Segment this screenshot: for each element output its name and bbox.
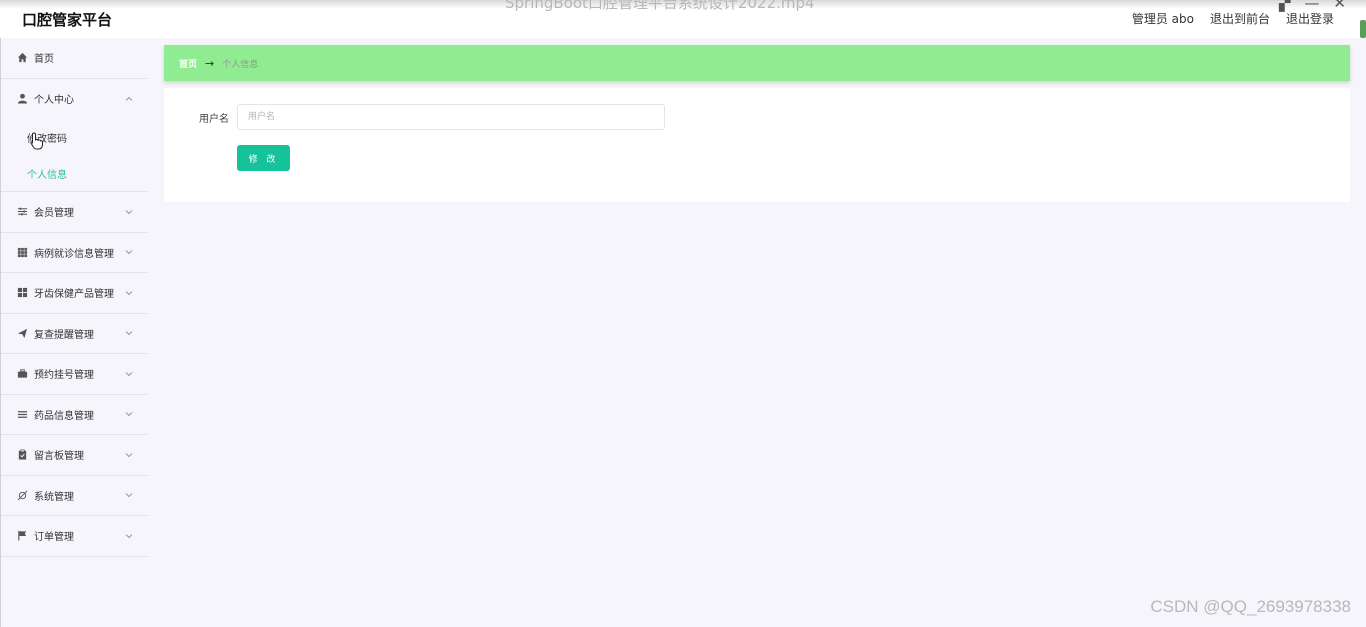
- chevron-down-icon: [125, 412, 133, 417]
- clipboard-icon: [16, 449, 28, 461]
- sidebar-item-system-management[interactable]: 系统管理: [1, 476, 148, 516]
- apps-icon: [16, 287, 28, 299]
- sidebar-subitem-change-password[interactable]: 修改密码: [1, 119, 148, 155]
- breadcrumb: 首页 → 个人信息: [164, 45, 1350, 81]
- sidebar-item-label: 留言板管理: [34, 451, 84, 463]
- sidebar-item-label: 首页: [34, 54, 54, 66]
- sidebar-item-label: 病例就诊信息管理: [34, 248, 114, 260]
- sidebar-item-dental-products-management[interactable]: 牙齿保健产品管理: [1, 273, 148, 314]
- user-icon: [16, 93, 28, 105]
- sidebar-item-recheck-reminder-management[interactable]: 复查提醒管理: [1, 314, 148, 354]
- sidebar-item-label: 复查提醒管理: [34, 329, 94, 341]
- scrollbar-thumb[interactable]: [1360, 20, 1366, 38]
- sidebar-item-personal-center[interactable]: 个人中心: [1, 79, 148, 120]
- update-button[interactable]: 修 改: [237, 145, 290, 171]
- sidebar-item-label: 订单管理: [34, 532, 74, 544]
- sidebar-item-label: 个人中心: [34, 95, 74, 107]
- breadcrumb-home[interactable]: 首页: [179, 57, 197, 70]
- sidebar-group-personal-center: 个人中心 修改密码 个人信息: [1, 79, 148, 192]
- grid-icon: [16, 246, 28, 258]
- chevron-up-icon: [125, 96, 133, 101]
- sidebar-item-label: 牙齿保健产品管理: [34, 289, 114, 301]
- current-user-label: 管理员 abo: [1131, 12, 1194, 26]
- breadcrumb-arrow-icon: →: [205, 56, 215, 70]
- sidebar-item-medicine-info-management[interactable]: 药品信息管理: [1, 395, 148, 435]
- app-brand: 口腔管家平台: [22, 11, 113, 29]
- sidebar-item-label: 系统管理: [34, 491, 74, 503]
- chevron-down-icon: [125, 452, 133, 457]
- sliders-icon: [16, 206, 28, 218]
- sidebar-item-label: 药品信息管理: [34, 410, 94, 422]
- username-input[interactable]: [237, 104, 665, 130]
- sidebar-item-order-management[interactable]: 订单管理: [1, 516, 148, 557]
- sidebar: 首页 个人中心 修改密码 个人信息 会员管理 病例就诊信息管理 牙齿保健产品管理: [0, 38, 148, 627]
- settings-off-icon: [16, 489, 28, 501]
- chevron-down-icon: [125, 209, 133, 214]
- chevron-down-icon: [125, 250, 133, 255]
- sidebar-item-home[interactable]: 首页: [1, 38, 148, 79]
- back-to-front-link[interactable]: 退出到前台: [1210, 10, 1270, 27]
- video-title: SpringBoot口腔管理平台系统设计2022.mp4: [505, 0, 815, 12]
- briefcase-icon: [16, 368, 28, 380]
- flag-icon: [16, 530, 28, 542]
- chevron-down-icon: [125, 533, 133, 538]
- header-actions: 管理员 abo 退出到前台 退出登录: [1132, 10, 1334, 27]
- logout-link[interactable]: 退出登录: [1286, 10, 1334, 27]
- hand-cursor-icon: [30, 132, 43, 150]
- sidebar-item-label: 预约挂号管理: [34, 370, 94, 382]
- chevron-down-icon: [125, 371, 133, 376]
- home-icon: [16, 52, 28, 64]
- chevron-down-icon: [125, 493, 133, 498]
- username-label: 用户名: [199, 114, 229, 125]
- breadcrumb-current: 个人信息: [222, 59, 259, 70]
- send-icon: [16, 327, 28, 339]
- watermark: CSDN @QQ_2693978338: [1150, 597, 1351, 616]
- chevron-down-icon: [125, 331, 133, 336]
- personal-info-form: 用户名 修 改: [164, 88, 1350, 202]
- sidebar-subitem-personal-info[interactable]: 个人信息: [1, 155, 148, 191]
- sidebar-item-appointment-management[interactable]: 预约挂号管理: [1, 354, 148, 395]
- top-header: SpringBoot口腔管理平台系统设计2022.mp4 口腔管家平台 ▞ — …: [0, 0, 1366, 38]
- list-icon: [16, 408, 28, 420]
- sidebar-item-label: 会员管理: [34, 208, 74, 220]
- sidebar-item-message-board-management[interactable]: 留言板管理: [1, 435, 148, 476]
- close-icon[interactable]: ✕: [1333, 0, 1346, 12]
- chevron-down-icon: [125, 290, 133, 295]
- sidebar-item-case-visit-management[interactable]: 病例就诊信息管理: [1, 233, 148, 273]
- sidebar-item-member-management[interactable]: 会员管理: [1, 192, 148, 233]
